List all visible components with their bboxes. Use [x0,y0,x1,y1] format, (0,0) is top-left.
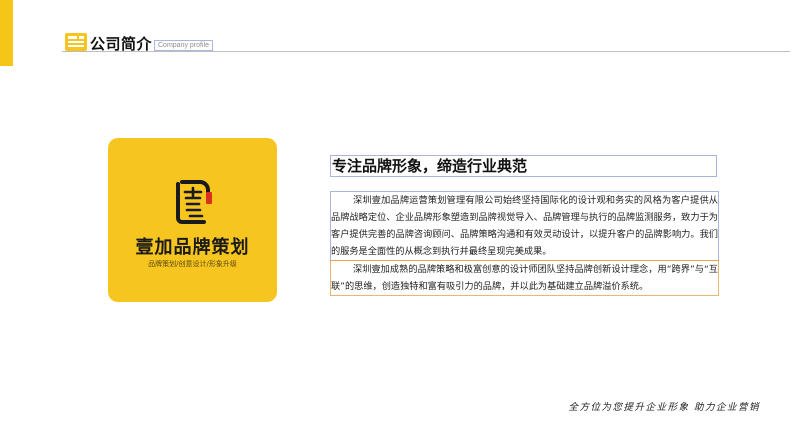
logo-card: 壹加品牌策划 品牌策划/创意设计/形象升级 [108,138,277,302]
intro-paragraph: 深圳壹加品牌运营策划管理有限公司始终坚持国际化的设计观和务实的风格为客户提供从品… [330,191,719,261]
left-accent-bar [0,0,13,66]
header-divider [62,51,790,52]
intro-paragraph: 深圳壹加成熟的品牌策略和极富创意的设计师团队坚持品牌创新设计理念，用“跨界”与“… [330,260,719,296]
brand-tagline: 品牌策划/创意设计/形象升级 [148,260,237,268]
section-heading: 专注品牌形象，缔造行业典范 [330,155,717,177]
footer-slogan: 全方位为您提升企业形象 助力企业营销 [568,402,760,413]
brand-name: 壹加品牌策划 [135,237,250,258]
page-subtitle: Company profile [154,40,213,51]
brand-logo-icon [176,180,212,224]
document-icon [65,33,87,51]
